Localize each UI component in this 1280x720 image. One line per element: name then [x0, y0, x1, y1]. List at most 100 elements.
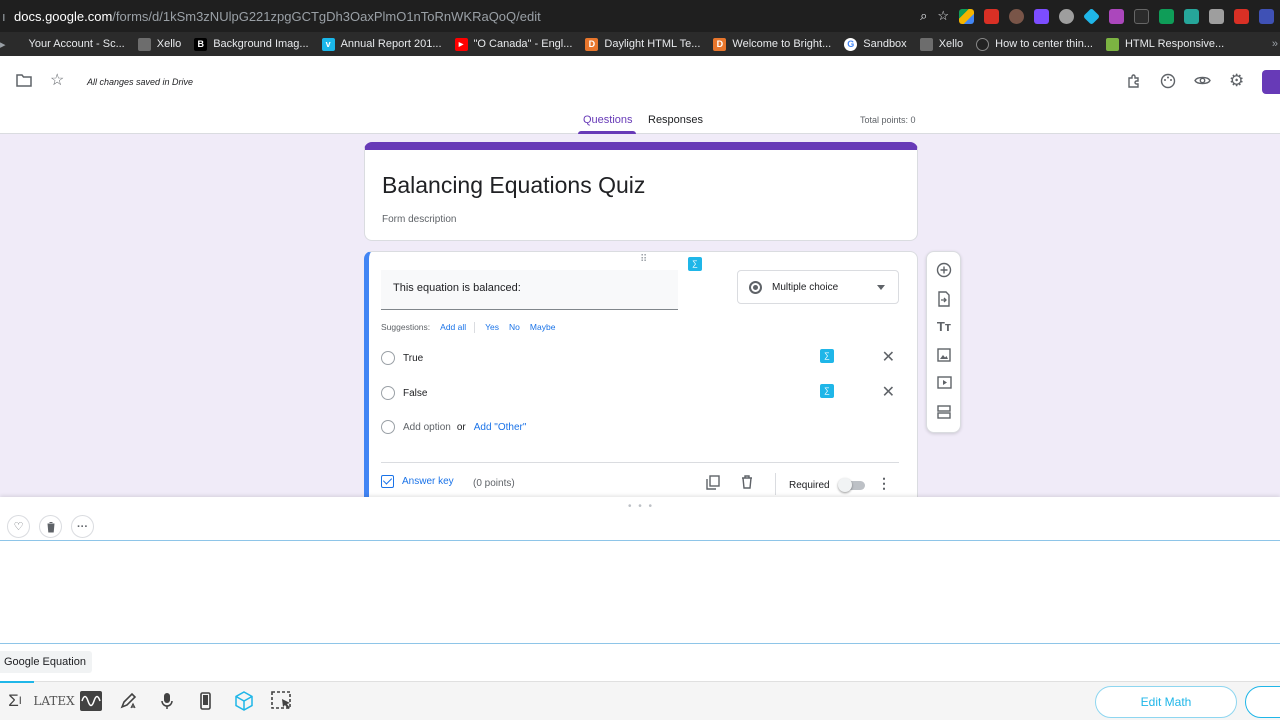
remove-option-close-icon[interactable]: ✕ — [882, 382, 895, 402]
add-other-button[interactable]: Add "Other" — [474, 422, 527, 433]
bookmark-label: Welcome to Bright... — [732, 38, 832, 50]
bookmark-item[interactable]: D Welcome to Bright... — [713, 37, 832, 51]
equatio-badge-icon[interactable]: ∑ — [820, 349, 834, 363]
add-option-button[interactable]: Add option — [403, 422, 451, 433]
bookmark-item[interactable]: D Daylight HTML Te... — [585, 37, 700, 51]
question-type-select[interactable]: Multiple choice — [737, 270, 899, 304]
insert-math-button[interactable] — [1245, 686, 1280, 718]
add-title-text-icon[interactable]: Tт — [936, 319, 952, 335]
bookmark-item[interactable]: v Annual Report 201... — [321, 37, 442, 51]
bookmark-label: Background Imag... — [213, 38, 309, 50]
favorite-heart-icon[interactable]: ♡ — [7, 515, 30, 538]
equatio-toolbar: ΣI LATEX Edit Math — [0, 681, 1280, 720]
extension-icon[interactable] — [1009, 8, 1024, 24]
extension-icon[interactable] — [1184, 8, 1199, 24]
add-question-icon[interactable] — [936, 262, 952, 278]
bookmark-item[interactable]: ▶ "O Canada" - Engl... — [454, 37, 572, 51]
browser-url-bar[interactable]: ı docs.google.com/forms/d/1kSm3zNUlpG221… — [0, 0, 1280, 32]
zoom-icon[interactable]: ⌕ — [920, 8, 927, 24]
suggestion-no[interactable]: No — [509, 322, 520, 333]
equation-editor-sigma-icon[interactable]: ΣI — [5, 689, 25, 713]
folder-icon[interactable] — [16, 73, 32, 91]
suggestion-yes[interactable]: Yes — [485, 322, 499, 333]
delete-trash-icon[interactable] — [741, 475, 753, 492]
chevron-down-icon — [877, 285, 885, 290]
bookmark-item[interactable]: Xello — [137, 37, 182, 51]
extension-icon[interactable] — [1234, 8, 1249, 24]
math-3d-cube-icon[interactable] — [232, 689, 256, 713]
delete-trash-icon[interactable] — [39, 515, 62, 538]
option-row[interactable]: False — [381, 383, 427, 403]
required-toggle[interactable] — [838, 478, 865, 492]
more-horiz-icon[interactable]: ··· — [71, 515, 94, 538]
suggestion-maybe[interactable]: Maybe — [530, 322, 556, 333]
bookmark-item[interactable]: How to center thin... — [976, 37, 1093, 51]
mobile-phone-icon[interactable] — [196, 689, 214, 713]
form-description-input[interactable]: Form description — [382, 214, 456, 225]
graph-editor-icon[interactable] — [79, 689, 103, 713]
option-label[interactable]: False — [403, 388, 427, 399]
extension-icon[interactable] — [1259, 8, 1274, 24]
preview-eye-icon[interactable] — [1194, 74, 1211, 91]
star-icon[interactable]: ☆ — [50, 70, 64, 90]
bookmark-item[interactable]: G Sandbox — [844, 37, 907, 51]
bookmark-label: Your Account - Sc... — [28, 38, 125, 50]
bookmark-item[interactable]: Your Account - Sc... — [10, 38, 125, 51]
extension-icon[interactable] — [1109, 8, 1124, 24]
form-title[interactable]: Balancing Equations Quiz — [382, 172, 645, 199]
extension-icon[interactable] — [984, 8, 999, 24]
extension-icon[interactable] — [1059, 8, 1074, 24]
extension-icon[interactable] — [1034, 8, 1049, 24]
edit-math-button[interactable]: Edit Math — [1095, 686, 1237, 718]
import-questions-icon[interactable] — [936, 291, 952, 307]
question-card[interactable]: ⠿ ∑ This equation is balanced: Multiple … — [364, 251, 918, 511]
drive-extension-icon[interactable] — [959, 8, 974, 24]
extension-icon[interactable] — [1083, 7, 1100, 25]
bookmark-item[interactable]: HTML Responsive... — [1105, 37, 1225, 51]
equatio-badge-icon[interactable]: ∑ — [688, 257, 702, 271]
add-video-icon[interactable] — [936, 376, 952, 392]
option-label[interactable]: True — [403, 353, 423, 364]
radio-circle-icon — [381, 386, 395, 400]
send-button[interactable] — [1262, 70, 1280, 94]
bookmark-favicon-icon: v — [321, 37, 335, 51]
total-points: Total points: 0 — [860, 115, 916, 125]
tab-responses[interactable]: Responses — [648, 114, 703, 126]
bookmark-favicon-icon — [137, 37, 151, 51]
form-title-card: Balancing Equations Quiz Form descriptio… — [364, 142, 918, 241]
add-image-icon[interactable] — [936, 348, 952, 364]
bookmarks-chevron-icon[interactable]: ▸ — [0, 38, 6, 51]
latex-editor-button[interactable]: LATEX — [33, 689, 74, 713]
star-icon[interactable]: ☆ — [937, 8, 949, 24]
bookmark-label: HTML Responsive... — [1124, 38, 1225, 50]
extension-icon[interactable] — [1134, 8, 1149, 24]
extension-icon[interactable] — [1159, 8, 1174, 24]
option-row[interactable]: True — [381, 348, 423, 368]
screenshot-reader-icon[interactable] — [270, 689, 294, 713]
panel-resize-handle-icon[interactable]: • • • — [628, 501, 654, 512]
add-section-icon[interactable] — [936, 405, 952, 421]
remove-option-close-icon[interactable]: ✕ — [882, 347, 895, 367]
settings-gear-icon[interactable]: ⚙ — [1229, 71, 1244, 91]
bookmark-label: Xello — [156, 38, 182, 50]
duplicate-icon[interactable] — [706, 475, 720, 493]
handwriting-pen-icon[interactable] — [118, 689, 140, 713]
google-equation-tab[interactable]: Google Equation — [0, 651, 92, 673]
more-vert-icon[interactable]: ⋮ — [877, 475, 891, 492]
drag-handle-icon[interactable]: ⠿ — [640, 254, 648, 265]
bookmark-item[interactable]: Xello — [919, 37, 963, 51]
equation-input-area[interactable] — [0, 540, 1280, 644]
answer-key-button[interactable]: Answer key — [381, 475, 454, 488]
equatio-badge-icon[interactable]: ∑ — [820, 384, 834, 398]
palette-icon[interactable] — [1160, 73, 1176, 93]
bookmark-item[interactable]: B Background Imag... — [194, 37, 309, 51]
forms-header: ☆ All changes saved in Drive ⚙ Questions… — [0, 56, 1280, 134]
tab-questions[interactable]: Questions — [583, 114, 633, 126]
extension-icon[interactable] — [1209, 8, 1224, 24]
addons-icon[interactable] — [1126, 73, 1142, 93]
url-text[interactable]: docs.google.com/forms/d/1kSm3zNUlpG221zp… — [14, 9, 541, 24]
suggestion-add-all[interactable]: Add all — [440, 322, 466, 333]
question-title-input[interactable]: This equation is balanced: — [381, 270, 678, 310]
bookmarks-overflow-icon[interactable]: » — [1272, 38, 1278, 50]
speech-microphone-icon[interactable] — [158, 689, 176, 713]
